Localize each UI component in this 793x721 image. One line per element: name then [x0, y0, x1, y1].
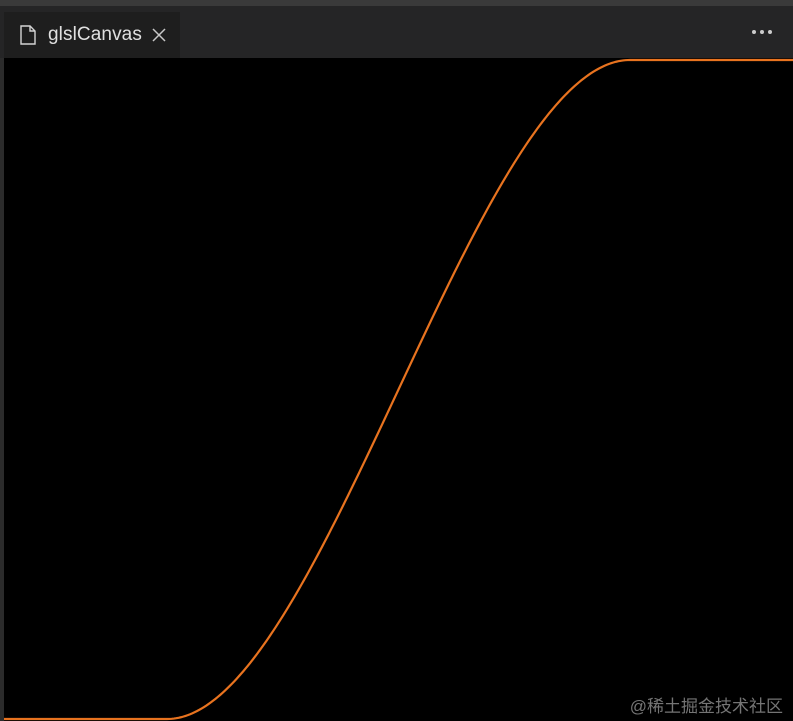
smoothstep-curve	[4, 58, 793, 721]
more-actions-icon[interactable]	[751, 24, 773, 40]
glsl-canvas[interactable]: @稀土掘金技术社区	[4, 58, 793, 721]
tab-label: glslCanvas	[48, 24, 142, 45]
file-icon	[18, 24, 38, 46]
close-icon[interactable]	[150, 26, 168, 44]
editor-window: glslCanvas @稀土掘金技术社区	[0, 0, 793, 721]
tab-bar: glslCanvas	[0, 6, 793, 58]
watermark: @稀土掘金技术社区	[629, 697, 783, 716]
smoothstep-curve-plot	[4, 58, 793, 721]
tab-glslcanvas[interactable]: glslCanvas	[4, 12, 180, 58]
